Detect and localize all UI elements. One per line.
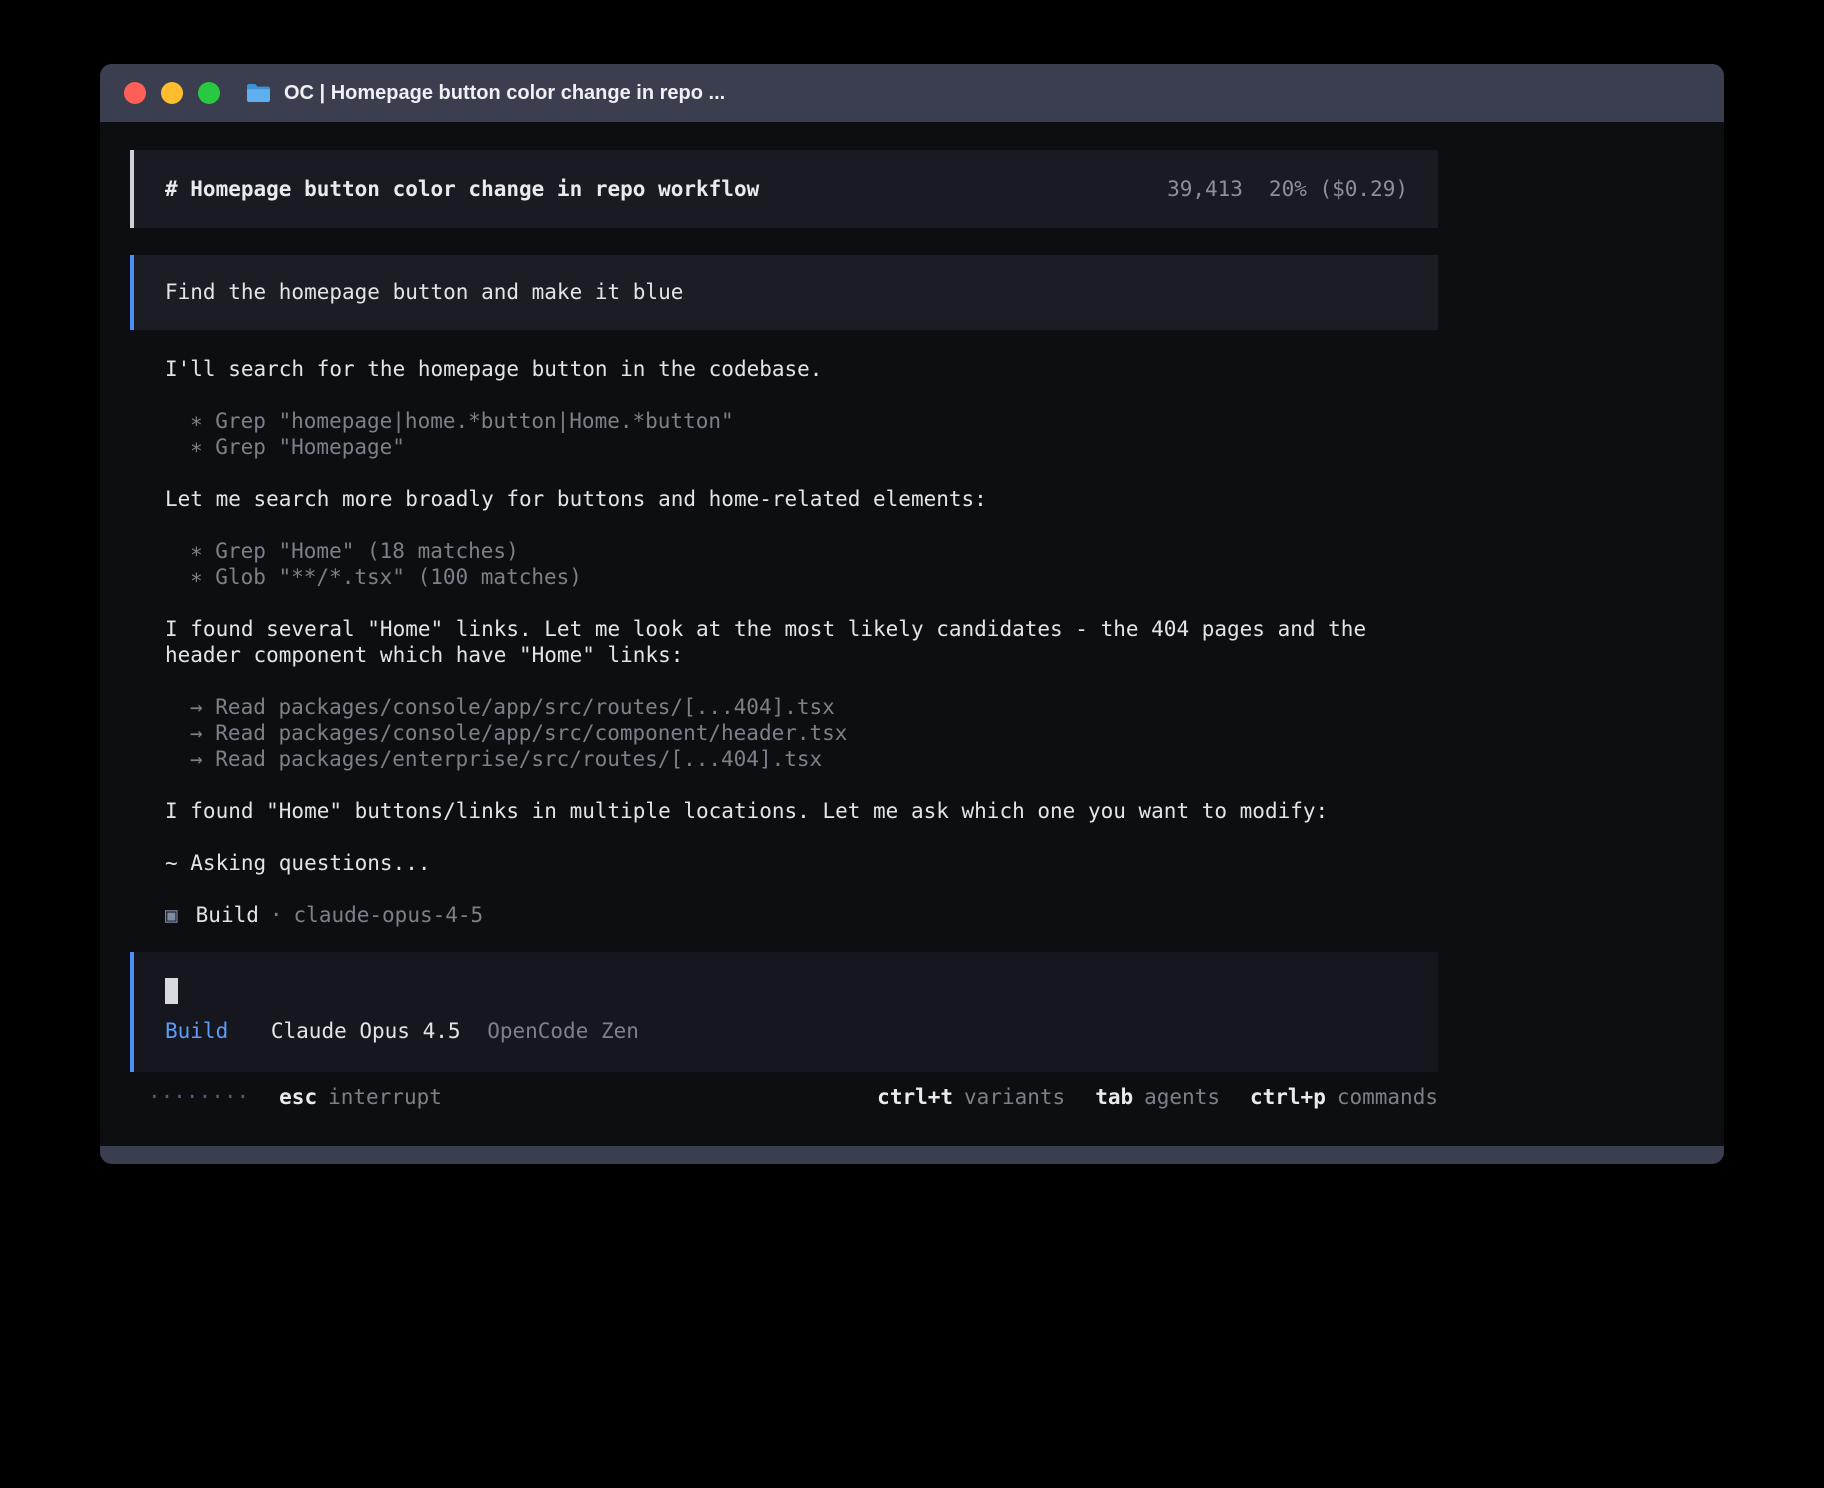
status-bar-right: ctrl+t variants tab agents ctrl+p comman… — [877, 1084, 1438, 1110]
session-title: # Homepage button color change in repo w… — [165, 176, 759, 202]
hint-variants[interactable]: ctrl+t variants — [877, 1084, 1065, 1110]
hint-interrupt[interactable]: esc interrupt — [279, 1084, 442, 1110]
tool-call-line: ∗ Grep "homepage|home.*button|Home.*butt… — [165, 408, 1438, 434]
agent-separator: · — [270, 902, 283, 928]
folder-icon — [246, 83, 271, 103]
agent-model: claude-opus-4-5 — [294, 902, 484, 928]
tool-call-line: → Read packages/console/app/src/componen… — [165, 720, 1438, 746]
window-titlebar[interactable]: OC | Homepage button color change in rep… — [100, 64, 1724, 122]
conversation: I'll search for the homepage button in t… — [130, 356, 1438, 928]
hint-agents[interactable]: tab agents — [1095, 1084, 1220, 1110]
tool-call-group: → Read packages/console/app/src/routes/[… — [165, 694, 1438, 772]
assistant-text: Let me search more broadly for buttons a… — [165, 486, 1438, 512]
hint-key: tab — [1095, 1084, 1133, 1110]
assistant-text: I'll search for the homepage button in t… — [165, 356, 1438, 382]
status-bar-left: ········ esc interrupt — [130, 1084, 442, 1110]
input-meta: Build Claude Opus 4.5 OpenCode Zen — [165, 1018, 1408, 1044]
assistant-status-text: ~ Asking questions... — [165, 850, 1438, 876]
tool-call-line: ∗ Grep "Home" (18 matches) — [165, 538, 1438, 564]
tool-call-line: ∗ Grep "Homepage" — [165, 434, 1438, 460]
terminal-content: # Homepage button color change in repo w… — [130, 122, 1438, 1110]
input-model-label[interactable]: Claude Opus 4.5 — [271, 1019, 461, 1043]
input-provider-label: OpenCode Zen — [487, 1019, 639, 1043]
hint-key: ctrl+t — [877, 1084, 953, 1110]
text-cursor — [165, 978, 178, 1004]
minimize-button[interactable] — [161, 82, 183, 104]
hint-key: ctrl+p — [1250, 1084, 1326, 1110]
tool-call-line: → Read packages/console/app/src/routes/[… — [165, 694, 1438, 720]
prompt-input[interactable]: Build Claude Opus 4.5 OpenCode Zen — [130, 952, 1438, 1072]
session-header: # Homepage button color change in repo w… — [130, 150, 1438, 228]
spinner-dots: ········ — [148, 1084, 249, 1110]
window-title: OC | Homepage button color change in rep… — [284, 82, 725, 105]
hint-label: agents — [1144, 1084, 1220, 1110]
session-stats: 39,413 20% ($0.29) — [1167, 176, 1408, 202]
hint-label: interrupt — [328, 1084, 442, 1110]
tool-call-group: ∗ Grep "homepage|home.*button|Home.*butt… — [165, 408, 1438, 460]
token-count: 39,413 — [1167, 176, 1243, 202]
status-bar: ········ esc interrupt ctrl+t variants t… — [130, 1084, 1438, 1110]
agent-status-line: ▣ Build · claude-opus-4-5 — [165, 902, 1438, 928]
user-message: Find the homepage button and make it blu… — [130, 255, 1438, 330]
terminal-window: OC | Homepage button color change in rep… — [100, 64, 1724, 1164]
close-button[interactable] — [124, 82, 146, 104]
input-agent-label[interactable]: Build — [165, 1019, 228, 1043]
tool-call-group: ∗ Grep "Home" (18 matches) ∗ Glob "**/*.… — [165, 538, 1438, 590]
terminal-screen: # Homepage button color change in repo w… — [100, 122, 1724, 1146]
tool-call-line: → Read packages/enterprise/src/routes/[.… — [165, 746, 1438, 772]
traffic-lights — [124, 82, 220, 104]
hint-key: esc — [279, 1084, 317, 1110]
prompt-input-line[interactable] — [165, 978, 1408, 1004]
agent-name: Build — [196, 902, 259, 928]
user-message-text: Find the homepage button and make it blu… — [165, 280, 683, 304]
hint-label: commands — [1337, 1084, 1438, 1110]
hint-commands[interactable]: ctrl+p commands — [1250, 1084, 1438, 1110]
assistant-text: I found several "Home" links. Let me loo… — [165, 616, 1438, 668]
zoom-button[interactable] — [198, 82, 220, 104]
assistant-text: I found "Home" buttons/links in multiple… — [165, 798, 1438, 824]
hint-label: variants — [964, 1084, 1065, 1110]
agent-icon: ▣ — [165, 902, 178, 928]
context-cost: 20% ($0.29) — [1269, 176, 1408, 202]
tool-call-line: ∗ Glob "**/*.tsx" (100 matches) — [165, 564, 1438, 590]
